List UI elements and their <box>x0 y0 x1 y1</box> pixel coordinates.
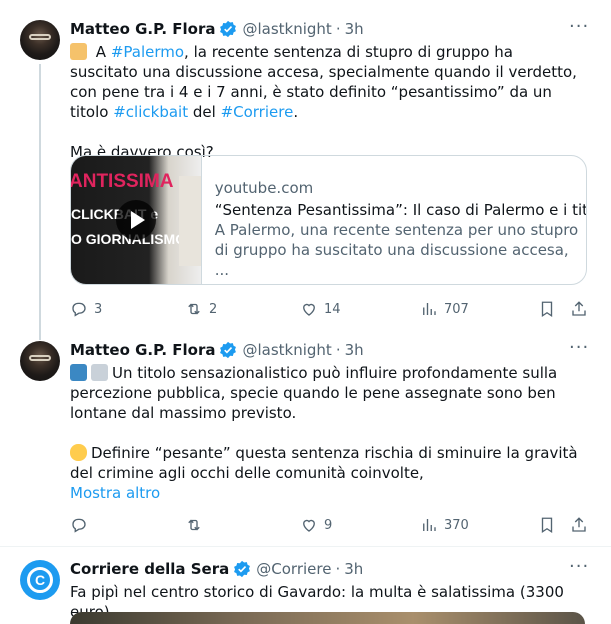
bookmark-icon <box>541 517 553 534</box>
newspaper-emoji-icon <box>91 364 108 381</box>
share-button[interactable] <box>570 299 588 319</box>
tweet-header: Matteo G.P. Flora @lastknight · 3h <box>70 20 364 38</box>
card-domain: youtube.com <box>214 179 314 197</box>
reply-button[interactable]: 3 <box>70 299 102 319</box>
heart-icon <box>303 303 315 316</box>
tweet-text: Un titolo sensazionalistico può influire… <box>70 364 578 502</box>
bookmark-button[interactable] <box>538 515 556 535</box>
repost-icon <box>188 303 200 315</box>
verified-badge-icon <box>234 560 251 578</box>
detective-emoji-icon <box>70 43 87 60</box>
tweet-actions: 9 370 <box>70 515 588 535</box>
card-title: “Sentenza Pesantissima”: Il caso di Pale… <box>214 201 586 219</box>
divider <box>0 546 611 547</box>
author-handle[interactable]: @lastknight <box>242 341 331 359</box>
play-icon[interactable] <box>116 200 156 240</box>
more-options-icon[interactable]: ··· <box>569 337 589 358</box>
share-button[interactable] <box>570 515 588 535</box>
author-handle[interactable]: @Corriere <box>256 560 331 578</box>
show-more-link[interactable]: Mostra altro <box>70 484 160 502</box>
pointing-hand-emoji-icon <box>70 444 87 461</box>
repost-button[interactable]: 2 <box>185 299 217 319</box>
hashtag-link[interactable]: #Corriere <box>221 103 294 121</box>
repost-button[interactable] <box>185 515 209 535</box>
like-button[interactable]: 9 <box>300 515 332 535</box>
author-name[interactable]: Matteo G.P. Flora <box>70 20 215 38</box>
repost-icon <box>188 519 200 531</box>
like-button[interactable]: 14 <box>300 299 341 319</box>
reply-icon <box>72 518 86 533</box>
timestamp[interactable]: 3h <box>345 20 364 38</box>
reply-button[interactable] <box>70 515 94 535</box>
tweet-media-image[interactable] <box>70 612 585 624</box>
video-thumbnail[interactable]: ANTISSIMA CLICKBAIT e O GIORNALISMO <box>71 156 202 284</box>
views-icon <box>423 519 436 531</box>
author-name[interactable]: Corriere della Sera <box>70 560 229 578</box>
verified-badge-icon <box>220 341 237 359</box>
views-button[interactable]: 707 <box>420 299 469 319</box>
timestamp[interactable]: 3h <box>345 341 364 359</box>
hashtag-link[interactable]: #clickbait <box>113 103 188 121</box>
share-icon <box>572 301 586 316</box>
card-description: A Palermo, una recente sentenza per uno … <box>214 221 579 279</box>
timestamp[interactable]: 3h <box>344 560 363 578</box>
more-options-icon[interactable]: ··· <box>569 16 589 37</box>
up-arrow-emoji-icon <box>70 364 87 381</box>
link-card[interactable]: ANTISSIMA CLICKBAIT e O GIORNALISMO yout… <box>70 155 587 285</box>
avatar[interactable]: C <box>20 560 60 600</box>
author-name[interactable]: Matteo G.P. Flora <box>70 341 215 359</box>
bookmark-button[interactable] <box>538 299 556 319</box>
share-icon <box>572 517 586 532</box>
tweet-text: A #Palermo, la recente sentenza di stupr… <box>70 43 577 161</box>
thread-line <box>39 64 41 340</box>
tweet-actions: 3 2 14 707 <box>70 299 588 319</box>
views-button[interactable]: 370 <box>420 515 469 535</box>
avatar[interactable] <box>20 20 60 60</box>
tweet-header: Matteo G.P. Flora @lastknight · 3h <box>70 341 364 359</box>
tweet-header: Corriere della Sera @Corriere · 3h <box>70 560 364 578</box>
hashtag-link[interactable]: #Palermo <box>111 43 184 61</box>
reply-icon <box>72 302 86 317</box>
verified-badge-icon <box>220 20 237 38</box>
bookmark-icon <box>541 301 553 318</box>
heart-icon <box>303 519 315 532</box>
avatar[interactable] <box>20 341 60 381</box>
author-handle[interactable]: @lastknight <box>242 20 331 38</box>
views-icon <box>423 303 436 315</box>
more-options-icon[interactable]: ··· <box>569 556 589 577</box>
